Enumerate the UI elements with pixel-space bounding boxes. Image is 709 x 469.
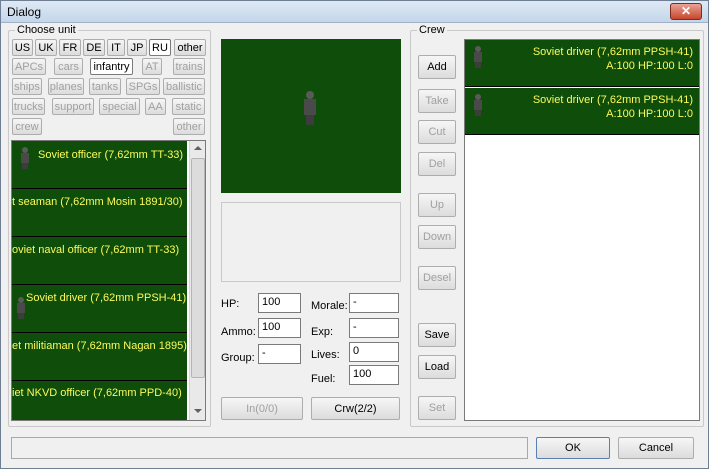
soldier-icon <box>473 46 483 68</box>
group-field[interactable]: - <box>258 344 301 364</box>
cut-button[interactable]: Cut <box>418 120 456 144</box>
crew-member-stats: A:100 HP:100 L:0 <box>606 60 693 72</box>
unit-preview <box>221 39 401 193</box>
load-button[interactable]: Load <box>418 355 456 379</box>
group-label: Group: <box>221 352 255 364</box>
scroll-up-arrow-icon[interactable] <box>194 146 202 150</box>
title-bar: Dialog ✕ <box>1 1 708 23</box>
category-crew-button[interactable]: crew <box>12 118 42 135</box>
desel-button[interactable]: Desel <box>418 266 456 290</box>
category-spgs-button[interactable]: SPGs <box>126 78 160 95</box>
category-aa-button[interactable]: AA <box>145 98 166 115</box>
unit-label: Soviet driver (7,62mm PPSH-41) <box>26 292 187 304</box>
unit-list-scrollbar[interactable] <box>189 141 205 420</box>
list-item[interactable]: Soviet driver (7,62mm PPSH-41) <box>12 285 187 333</box>
unit-label: iet NKVD officer (7,62mm PPD-40) <box>12 387 182 399</box>
crew-member-stats: A:100 HP:100 L:0 <box>606 108 693 120</box>
fuel-label: Fuel: <box>311 373 336 385</box>
list-item[interactable]: oviet naval officer (7,62mm TT-33) <box>12 237 187 285</box>
crew-legend: Crew <box>417 24 447 36</box>
category-cars-button[interactable]: cars <box>54 58 83 75</box>
unit-list[interactable]: Soviet officer (7,62mm TT-33) t seaman (… <box>11 140 206 421</box>
nation-ru-button[interactable]: RU <box>149 39 171 56</box>
down-button[interactable]: Down <box>418 225 456 249</box>
nation-de-button[interactable]: DE <box>83 39 105 56</box>
unit-label: Soviet officer (7,62mm TT-33) <box>38 149 184 161</box>
morale-label: Morale: <box>311 300 348 312</box>
exp-field[interactable]: - <box>349 318 399 338</box>
nation-fr-button[interactable]: FR <box>59 39 81 56</box>
category-planes-button[interactable]: planes <box>48 78 84 95</box>
crew-list-item[interactable]: Soviet driver (7,62mm PPSH-41) A:100 HP:… <box>465 88 699 135</box>
close-button[interactable]: ✕ <box>670 3 702 20</box>
category-infantry-button[interactable]: infantry <box>90 58 133 75</box>
nation-uk-button[interactable]: UK <box>35 39 57 56</box>
dialog-window: Dialog ✕ Choose unit US UK FR DE IT JP R… <box>0 0 709 469</box>
list-item[interactable]: et militiaman (7,62mm Nagan 1895) <box>12 333 187 381</box>
category-support-button[interactable]: support <box>52 98 94 115</box>
lives-field[interactable]: 0 <box>349 342 399 362</box>
category-ballistic-button[interactable]: ballistic <box>163 78 205 95</box>
ammo-field[interactable]: 100 <box>258 318 301 338</box>
list-item[interactable]: iet NKVD officer (7,62mm PPD-40) <box>12 381 187 420</box>
crew-member-name: Soviet driver (7,62mm PPSH-41) <box>532 46 693 58</box>
soldier-icon <box>16 297 26 319</box>
category-at-button[interactable]: AT <box>142 58 162 75</box>
category-trucks-button[interactable]: trucks <box>12 98 45 115</box>
add-button[interactable]: Add <box>418 55 456 79</box>
hp-label: HP: <box>221 298 240 310</box>
in-button[interactable]: In(0/0) <box>221 397 303 420</box>
cancel-button[interactable]: Cancel <box>618 437 694 459</box>
ok-button[interactable]: OK <box>536 437 610 459</box>
set-button[interactable]: Set <box>418 396 456 420</box>
category-apcs-button[interactable]: APCs <box>12 58 46 75</box>
exp-label: Exp: <box>311 326 334 338</box>
unit-label: oviet naval officer (7,62mm TT-33) <box>12 244 180 256</box>
nation-us-button[interactable]: US <box>12 39 33 56</box>
soldier-preview-icon <box>303 91 317 125</box>
scroll-down-arrow-icon[interactable] <box>194 409 202 413</box>
window-title: Dialog <box>7 5 42 19</box>
scroll-thumb[interactable] <box>191 158 205 378</box>
soldier-icon <box>20 147 30 169</box>
take-button[interactable]: Take <box>418 89 456 113</box>
crew-member-name: Soviet driver (7,62mm PPSH-41) <box>532 94 693 106</box>
category-static-button[interactable]: static <box>172 98 205 115</box>
choose-unit-legend: Choose unit <box>15 24 78 36</box>
morale-field[interactable]: - <box>349 293 399 313</box>
category-other-button[interactable]: other <box>173 118 205 135</box>
category-special-button[interactable]: special <box>99 98 140 115</box>
category-trains-button[interactable]: trains <box>173 58 205 75</box>
crew-list[interactable]: Soviet driver (7,62mm PPSH-41) A:100 HP:… <box>464 39 700 421</box>
unit-label: t seaman (7,62mm Mosin 1891/30) <box>12 196 183 208</box>
ammo-label: Ammo: <box>221 326 256 338</box>
soldier-icon <box>473 94 483 116</box>
up-button[interactable]: Up <box>418 193 456 217</box>
category-ships-button[interactable]: ships <box>12 78 42 95</box>
category-tanks-button[interactable]: tanks <box>89 78 121 95</box>
nation-it-button[interactable]: IT <box>107 39 125 56</box>
list-item[interactable]: Soviet officer (7,62mm TT-33) <box>12 141 187 189</box>
list-item[interactable]: t seaman (7,62mm Mosin 1891/30) <box>12 189 187 237</box>
description-box <box>221 202 401 282</box>
save-button[interactable]: Save <box>418 323 456 347</box>
crew-list-item[interactable]: Soviet driver (7,62mm PPSH-41) A:100 HP:… <box>465 40 699 87</box>
fuel-field[interactable]: 100 <box>349 365 399 385</box>
status-field <box>11 437 528 459</box>
hp-field[interactable]: 100 <box>258 293 301 313</box>
lives-label: Lives: <box>311 349 340 361</box>
nation-jp-button[interactable]: JP <box>127 39 147 56</box>
nation-other-button[interactable]: other <box>174 39 206 56</box>
crw-button[interactable]: Crw(2/2) <box>311 397 400 420</box>
unit-label: et militiaman (7,62mm Nagan 1895) <box>12 340 187 352</box>
del-button[interactable]: Del <box>418 152 456 176</box>
